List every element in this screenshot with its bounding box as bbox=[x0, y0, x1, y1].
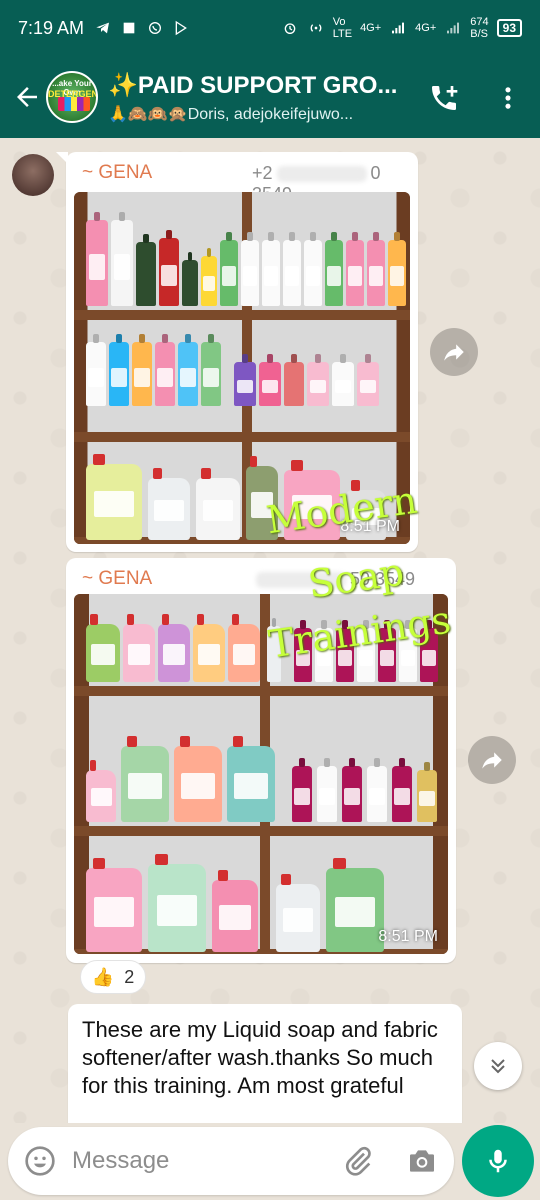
double-chevron-down-icon bbox=[491, 1059, 505, 1074]
mic-button[interactable] bbox=[462, 1125, 534, 1197]
message-box bbox=[8, 1127, 454, 1195]
scroll-to-bottom-button[interactable] bbox=[474, 1042, 522, 1090]
group-members: 🙏🙈🙉🙊Doris, adejokeifejuwo... bbox=[108, 105, 354, 123]
status-bar: 7:19 AM Vo LTE 4G+ 4G+ 674 B/S 93 bbox=[0, 0, 540, 56]
hotspot-icon bbox=[310, 24, 322, 32]
attach-icon[interactable] bbox=[342, 1145, 374, 1177]
status-time: 7:19 AM bbox=[18, 17, 85, 38]
signal-2-label: 4G+ bbox=[415, 22, 437, 34]
signal-bars-icon bbox=[392, 22, 405, 34]
telegram-icon bbox=[96, 22, 110, 34]
chat-header: ...ake Your Own DETERGENTS! ✨PAID SUPPOR… bbox=[0, 56, 540, 138]
message-time: 8:51 PM bbox=[378, 928, 438, 945]
message-text: These are my Liquid soap and fabric soft… bbox=[82, 1017, 438, 1098]
chat-area[interactable]: ~ GENA +20 3549 bbox=[0, 138, 540, 1123]
message-input[interactable] bbox=[72, 1141, 322, 1181]
more-vert-icon bbox=[505, 87, 511, 109]
text-message[interactable]: These are my Liquid soap and fabric soft… bbox=[68, 1004, 462, 1123]
volte-label: Vo LTE bbox=[332, 16, 353, 40]
back-button[interactable] bbox=[8, 78, 46, 116]
forward-icon bbox=[482, 752, 502, 769]
reaction-count: 2 bbox=[124, 966, 135, 987]
status-notification-icons bbox=[94, 20, 190, 36]
sender-name[interactable]: ~ GENA bbox=[82, 162, 152, 184]
signal-1-label: 4G+ bbox=[360, 22, 382, 34]
battery-indicator: 93 bbox=[496, 19, 522, 37]
whatsapp-icon bbox=[149, 22, 162, 34]
camera-icon[interactable] bbox=[406, 1145, 438, 1177]
add-call-button[interactable] bbox=[424, 78, 464, 118]
emoji-icon[interactable] bbox=[24, 1145, 56, 1177]
thumbs-up-icon: 👍 bbox=[91, 966, 115, 987]
forward-button[interactable] bbox=[430, 328, 478, 376]
input-bar bbox=[0, 1123, 540, 1200]
group-info[interactable]: ✨PAID SUPPORT GRO... 🙏🙈🙉🙊Doris, adejokei… bbox=[108, 71, 408, 124]
forward-icon bbox=[444, 344, 464, 361]
signal-bars-2-icon bbox=[447, 22, 460, 34]
back-arrow-icon bbox=[17, 87, 37, 107]
alarm-icon bbox=[284, 23, 296, 34]
sender-avatar[interactable] bbox=[12, 154, 54, 196]
forward-button[interactable] bbox=[468, 736, 516, 784]
more-options-button[interactable] bbox=[488, 78, 528, 118]
net-speed: 674 B/S bbox=[470, 16, 489, 40]
group-title: ✨PAID SUPPORT GRO... bbox=[108, 71, 398, 99]
sender-name[interactable]: ~ GENA bbox=[82, 568, 152, 590]
avatar-bottles-graphic bbox=[58, 97, 90, 111]
square-notification-icon bbox=[123, 22, 135, 34]
group-avatar[interactable]: ...ake Your Own DETERGENTS! bbox=[46, 71, 98, 123]
play-store-icon bbox=[175, 20, 187, 36]
status-system-icons: Vo LTE 4G+ 4G+ 674 B/S 93 bbox=[281, 16, 522, 40]
reaction-pill[interactable]: 👍 2 bbox=[80, 960, 146, 994]
mic-icon bbox=[489, 1149, 507, 1173]
add-call-icon bbox=[432, 86, 458, 110]
